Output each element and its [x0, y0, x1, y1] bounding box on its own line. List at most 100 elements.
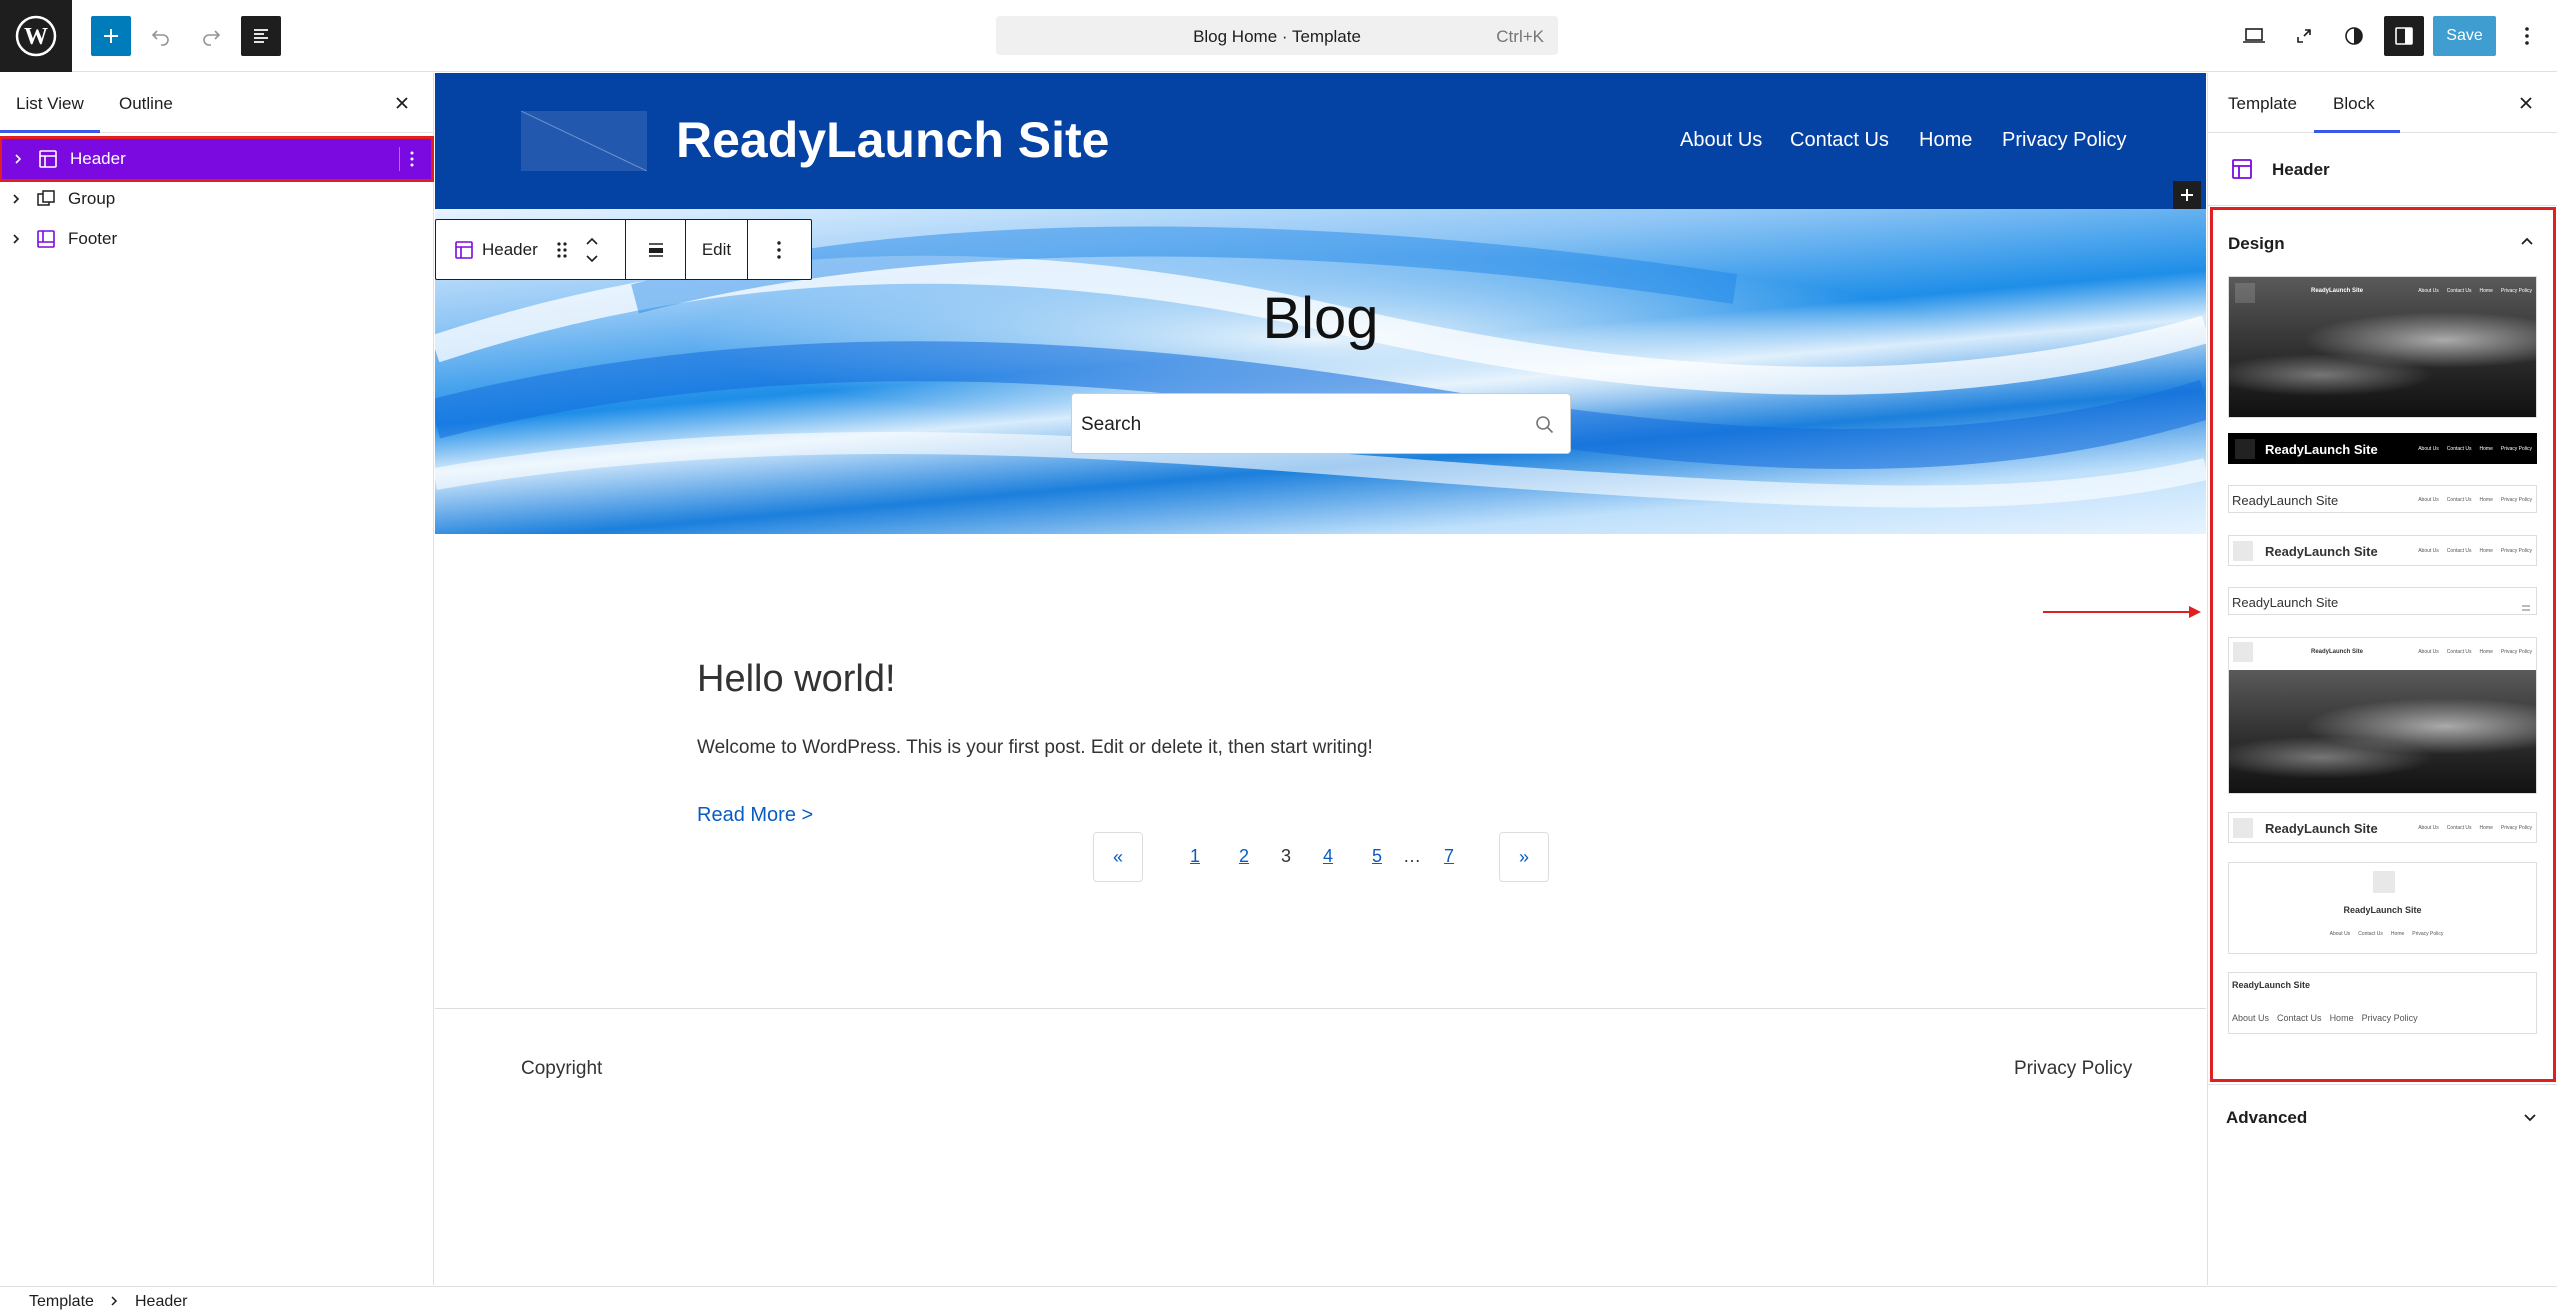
pagination-prev[interactable]: «	[1093, 832, 1143, 882]
fullscreen-icon[interactable]	[2284, 16, 2324, 56]
tab-outline[interactable]: Outline	[119, 94, 173, 114]
header-variation-8[interactable]: ReadyLaunch Site About Us Contact Us Home P…	[2228, 862, 2537, 954]
block-options-icon[interactable]	[399, 147, 423, 171]
chevron-right-icon[interactable]	[14, 153, 26, 165]
close-icon[interactable]	[390, 91, 414, 115]
variation-links: About Us Contact Us Home Privacy Policy	[2418, 825, 2532, 831]
logo-placeholder	[2233, 642, 2253, 662]
header-variation-1[interactable]: ReadyLaunch Site About Us Contact Us Home P…	[2228, 276, 2537, 418]
site-header-block[interactable]: ReadyLaunch Site About Us Contact Us Hom…	[435, 73, 2206, 209]
move-up-down-icon[interactable]	[584, 235, 600, 265]
tab-template[interactable]: Template	[2228, 94, 2297, 114]
variation-links: About Us Contact Us Home Privacy Policy	[2329, 931, 2444, 937]
block-switcher[interactable]: Header	[436, 220, 626, 279]
search-placeholder: Search	[1081, 414, 1142, 435]
align-button[interactable]	[626, 220, 686, 279]
tab-list-view[interactable]: List View	[16, 94, 84, 114]
pagination-ellipsis: …	[1403, 846, 1421, 866]
annotation-arrow-icon	[2043, 606, 2201, 618]
inline-inserter-icon[interactable]	[2173, 181, 2201, 209]
redo-icon[interactable]	[191, 16, 231, 56]
more-options-icon[interactable]	[2507, 16, 2547, 56]
variation-links: About Us Contact Us Home Privacy Policy	[2418, 288, 2532, 294]
nav-link-contact[interactable]: Contact Us	[1790, 129, 1889, 152]
breadcrumb-header[interactable]: Header	[135, 1293, 187, 1311]
footer-privacy-link[interactable]: Privacy Policy	[2014, 1058, 2132, 1080]
post-excerpt[interactable]: Welcome to WordPress. This is your first…	[697, 737, 1373, 759]
design-panel: Design ReadyLaunch Site About Us Contact …	[2210, 207, 2556, 1082]
list-view-tabs: List View Outline	[0, 73, 434, 133]
post-title[interactable]: Hello world!	[697, 658, 896, 701]
chevron-right-icon[interactable]	[12, 233, 24, 245]
group-icon	[36, 188, 58, 210]
pagination-page[interactable]: 5	[1372, 846, 1382, 867]
search-input[interactable]: Search	[1071, 393, 1571, 454]
advanced-panel[interactable]: Advanced	[2208, 1084, 2557, 1148]
pagination-page[interactable]: 7	[1444, 846, 1454, 867]
undo-icon[interactable]	[141, 16, 181, 56]
chevron-right-icon[interactable]	[12, 193, 24, 205]
save-button[interactable]: Save	[2433, 16, 2496, 56]
nav-link-home[interactable]: Home	[1919, 129, 1972, 152]
chevron-up-icon[interactable]	[2515, 230, 2539, 254]
wordpress-logo-icon[interactable]: W	[0, 0, 72, 72]
edit-button[interactable]: Edit	[686, 220, 748, 279]
logo-placeholder	[2235, 439, 2255, 459]
variation-title: ReadyLaunch Site	[2311, 649, 2364, 655]
list-item-header[interactable]: Header	[0, 136, 434, 182]
site-title[interactable]: ReadyLaunch Site	[676, 111, 1109, 169]
read-more-link[interactable]: Read More >	[697, 804, 813, 827]
document-overview-button[interactable]	[241, 16, 281, 56]
editor-top-toolbar: W Blog Home · Template Ctrl+K Save	[0, 0, 2557, 72]
header-variation-2[interactable]: ReadyLaunch Site About Us Contact Us Home P…	[2228, 433, 2537, 464]
list-item-group[interactable]: Group	[0, 179, 434, 219]
list-item-footer[interactable]: Footer	[0, 219, 434, 259]
page-title[interactable]: Blog	[435, 285, 2206, 352]
pagination-page[interactable]: 2	[1239, 846, 1249, 867]
site-logo-placeholder[interactable]	[520, 110, 648, 172]
pagination-page[interactable]: 1	[1190, 846, 1200, 867]
header-variation-9[interactable]: ReadyLaunch Site About Us Contact Us Home P…	[2228, 972, 2537, 1034]
site-footer-block[interactable]: Copyright Privacy Policy	[435, 1008, 2206, 1285]
pagination-page[interactable]: 4	[1323, 846, 1333, 867]
add-block-button[interactable]	[91, 16, 131, 56]
logo-placeholder	[2373, 871, 2395, 893]
tab-block[interactable]: Block	[2333, 94, 2375, 114]
pagination-next[interactable]: »	[1499, 832, 1549, 882]
design-panel-title[interactable]: Design	[2228, 234, 2285, 254]
close-icon[interactable]	[2514, 91, 2538, 115]
variation-links: About Us Contact Us Home Privacy Policy	[2418, 497, 2532, 503]
header-variation-3[interactable]: ReadyLaunch Site About Us Contact Us Home P…	[2228, 485, 2537, 513]
shortcut-hint: Ctrl+K	[1496, 27, 1544, 46]
header-variation-7[interactable]: ReadyLaunch Site About Us Contact Us Home P…	[2228, 812, 2537, 843]
logo-placeholder	[2233, 818, 2253, 838]
command-palette-trigger[interactable]: Blog Home · Template Ctrl+K	[996, 16, 1558, 55]
block-card-title: Header	[2272, 160, 2330, 179]
block-options-button[interactable]	[748, 220, 810, 279]
search-icon[interactable]	[1534, 414, 1556, 436]
device-preview-icon[interactable]	[2234, 16, 2274, 56]
drag-handle-icon[interactable]	[556, 241, 568, 259]
svg-text:W: W	[24, 24, 48, 50]
variation-title: ReadyLaunch Site	[2343, 905, 2422, 915]
advanced-panel-title: Advanced	[2226, 1108, 2308, 1127]
menu-icon	[2522, 598, 2530, 614]
footer-copyright[interactable]: Copyright	[521, 1058, 602, 1080]
chevron-down-icon[interactable]	[2518, 1105, 2542, 1129]
header-variation-6[interactable]: ReadyLaunch Site About Us Contact Us Home P…	[2228, 637, 2537, 794]
list-item-label: Footer	[68, 229, 118, 248]
breadcrumb-template[interactable]: Template	[29, 1293, 94, 1311]
block-breadcrumb: Template Header	[0, 1286, 2557, 1316]
nav-link-privacy[interactable]: Privacy Policy	[2002, 129, 2126, 152]
variation-links: About Us Contact Us Home Privacy Policy	[2418, 649, 2532, 655]
settings-sidebar-icon[interactable]	[2384, 16, 2424, 56]
styles-icon[interactable]	[2334, 16, 2374, 56]
nav-link-about[interactable]: About Us	[1680, 129, 1762, 152]
variation-title: ReadyLaunch Site	[2265, 442, 2378, 457]
header-variation-5[interactable]: ReadyLaunch Site	[2228, 587, 2537, 615]
logo-placeholder	[2233, 541, 2253, 561]
header-variation-4[interactable]: ReadyLaunch Site About Us Contact Us Home P…	[2228, 535, 2537, 566]
pagination: « 1 2 3 4 5 … 7 »	[435, 832, 2206, 884]
editor-canvas[interactable]: ReadyLaunch Site About Us Contact Us Hom…	[435, 73, 2206, 1285]
template-title: Blog Home · Template	[1193, 27, 1361, 46]
